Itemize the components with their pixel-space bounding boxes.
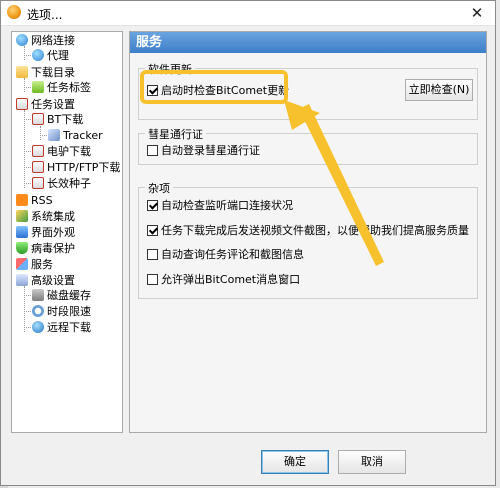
annotation-arrow (284, 100, 384, 266)
